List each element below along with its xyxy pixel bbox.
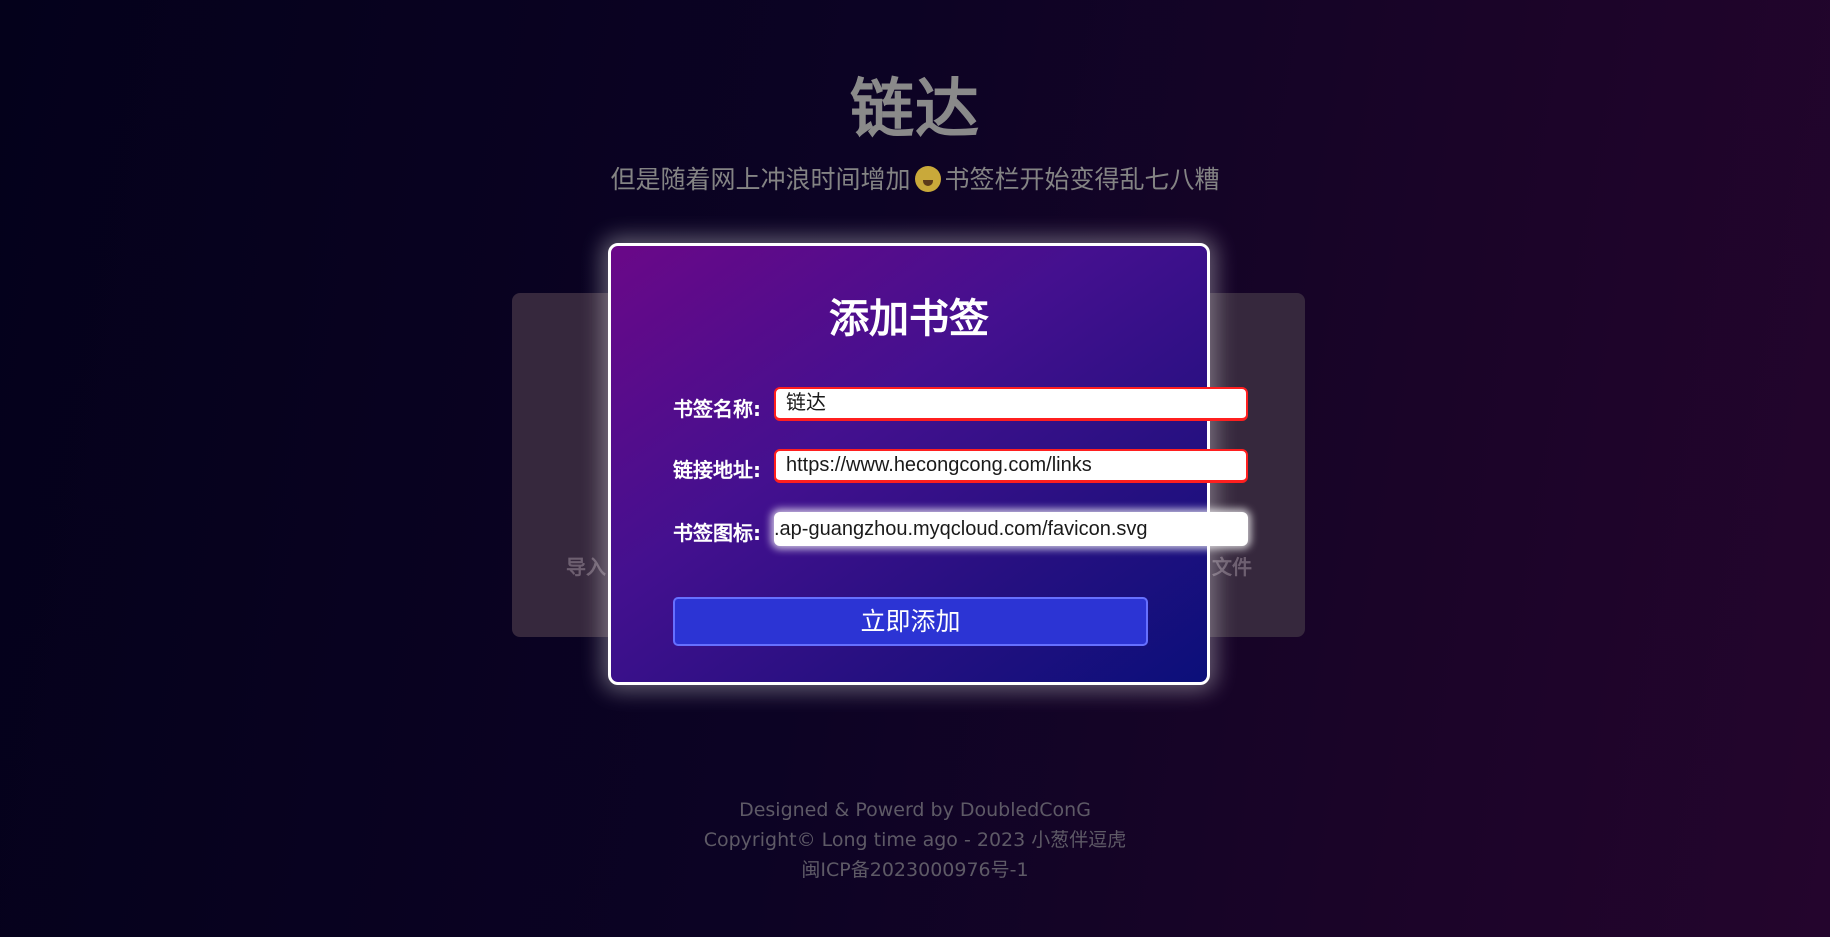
crying-face-icon: [914, 166, 941, 192]
footer-credit: Designed & Powerd by DoubledConG: [739, 799, 1091, 821]
add-bookmark-modal: 添加书签 书签名称: 链达 链接地址: https://www.hecongco…: [608, 243, 1248, 685]
bookmark-name-label: 书签名称:: [673, 397, 761, 421]
modal-title: 添加书签: [829, 296, 989, 342]
bookmark-name-input[interactable]: 链达: [774, 387, 1248, 421]
submit-add-button[interactable]: 立即添加: [673, 597, 1148, 646]
import-label[interactable]: 导入: [566, 551, 606, 580]
footer-icp-link[interactable]: 闽ICP备2023000976号-1: [0, 855, 1830, 885]
site-title: 链达: [850, 73, 980, 147]
footer: Designed & Powerd by DoubledConG Copyrig…: [0, 795, 1830, 885]
bookmark-icon-label: 书签图标:: [673, 521, 761, 545]
bookmark-icon-input[interactable]: .ap-guangzhou.myqcloud.com/favicon.svg: [774, 512, 1248, 546]
site-subtitle: 但是随着网上冲浪时间增加 书签栏开始变得乱七八糟: [0, 160, 1830, 196]
subtitle-text-1: 但是随着网上冲浪时间增加: [610, 165, 911, 194]
footer-copyright: Copyright© Long time ago - 2023 小葱伴逗虎: [703, 829, 1127, 851]
bookmark-url-input[interactable]: https://www.hecongcong.com/links: [774, 449, 1248, 483]
file-label[interactable]: 文件: [1212, 551, 1252, 580]
subtitle-text-2: 书签栏开始变得乱七八糟: [944, 165, 1220, 194]
bookmark-icon-input-value: .ap-guangzhou.myqcloud.com/favicon.svg: [774, 518, 1148, 540]
bookmark-url-label: 链接地址:: [673, 458, 761, 482]
